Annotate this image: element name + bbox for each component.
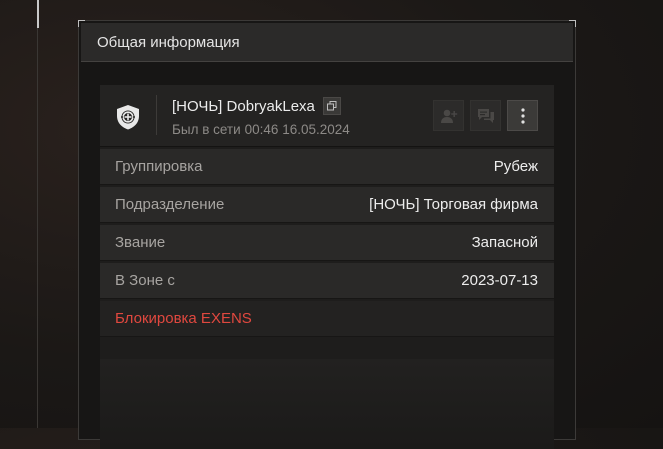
add-friend-button[interactable] <box>433 100 464 131</box>
panel-header: Общая информация <box>81 23 573 62</box>
info-label: В Зоне с <box>115 272 175 289</box>
block-status-label: Блокировка EXENS <box>115 310 252 327</box>
info-row-rank: Звание Запасной <box>100 225 554 261</box>
shield-crosshair-icon <box>112 101 144 133</box>
last-seen-label: Был в сети <box>172 122 241 137</box>
profile-row: [НОЧЬ] DobryakLexa Был в сети 00:46 16.05… <box>100 85 554 147</box>
info-row-group: Группировка Рубеж <box>100 149 554 185</box>
info-value: 2023-07-13 <box>461 272 538 289</box>
last-seen-time: 00:46 16.05.2024 <box>244 122 350 137</box>
info-label: Подразделение <box>115 196 225 213</box>
info-value: Рубеж <box>493 158 538 175</box>
left-divider-highlight <box>37 0 39 28</box>
add-friend-icon <box>440 109 457 123</box>
player-name: [НОЧЬ] DobryakLexa <box>172 97 315 115</box>
more-button[interactable] <box>507 100 538 131</box>
info-label: Звание <box>115 234 166 251</box>
left-divider <box>37 0 38 428</box>
empty-content-area <box>100 359 554 449</box>
info-row-division: Подразделение [НОЧЬ] Торговая фирма <box>100 187 554 223</box>
more-vertical-icon <box>520 107 525 124</box>
player-name-line: [НОЧЬ] DobryakLexa <box>172 97 341 115</box>
info-label: Группировка <box>115 158 203 175</box>
last-seen: Был в сети 00:46 16.05.2024 <box>172 122 350 137</box>
panel-title: Общая информация <box>97 33 240 51</box>
info-row-block: Блокировка EXENS <box>100 301 554 337</box>
info-value: Запасной <box>471 234 538 251</box>
general-info-panel: Общая информация [НОЧЬ] DobryakLexa Был … <box>78 20 576 449</box>
info-row-zone-since: В Зоне с 2023-07-13 <box>100 263 554 299</box>
message-icon <box>477 108 494 123</box>
copy-icon[interactable] <box>322 97 341 115</box>
player-card: [НОЧЬ] DobryakLexa Был в сети 00:46 16.05… <box>100 85 554 449</box>
info-value: [НОЧЬ] Торговая фирма <box>369 196 538 213</box>
profile-divider <box>156 95 157 135</box>
message-button[interactable] <box>470 100 501 131</box>
